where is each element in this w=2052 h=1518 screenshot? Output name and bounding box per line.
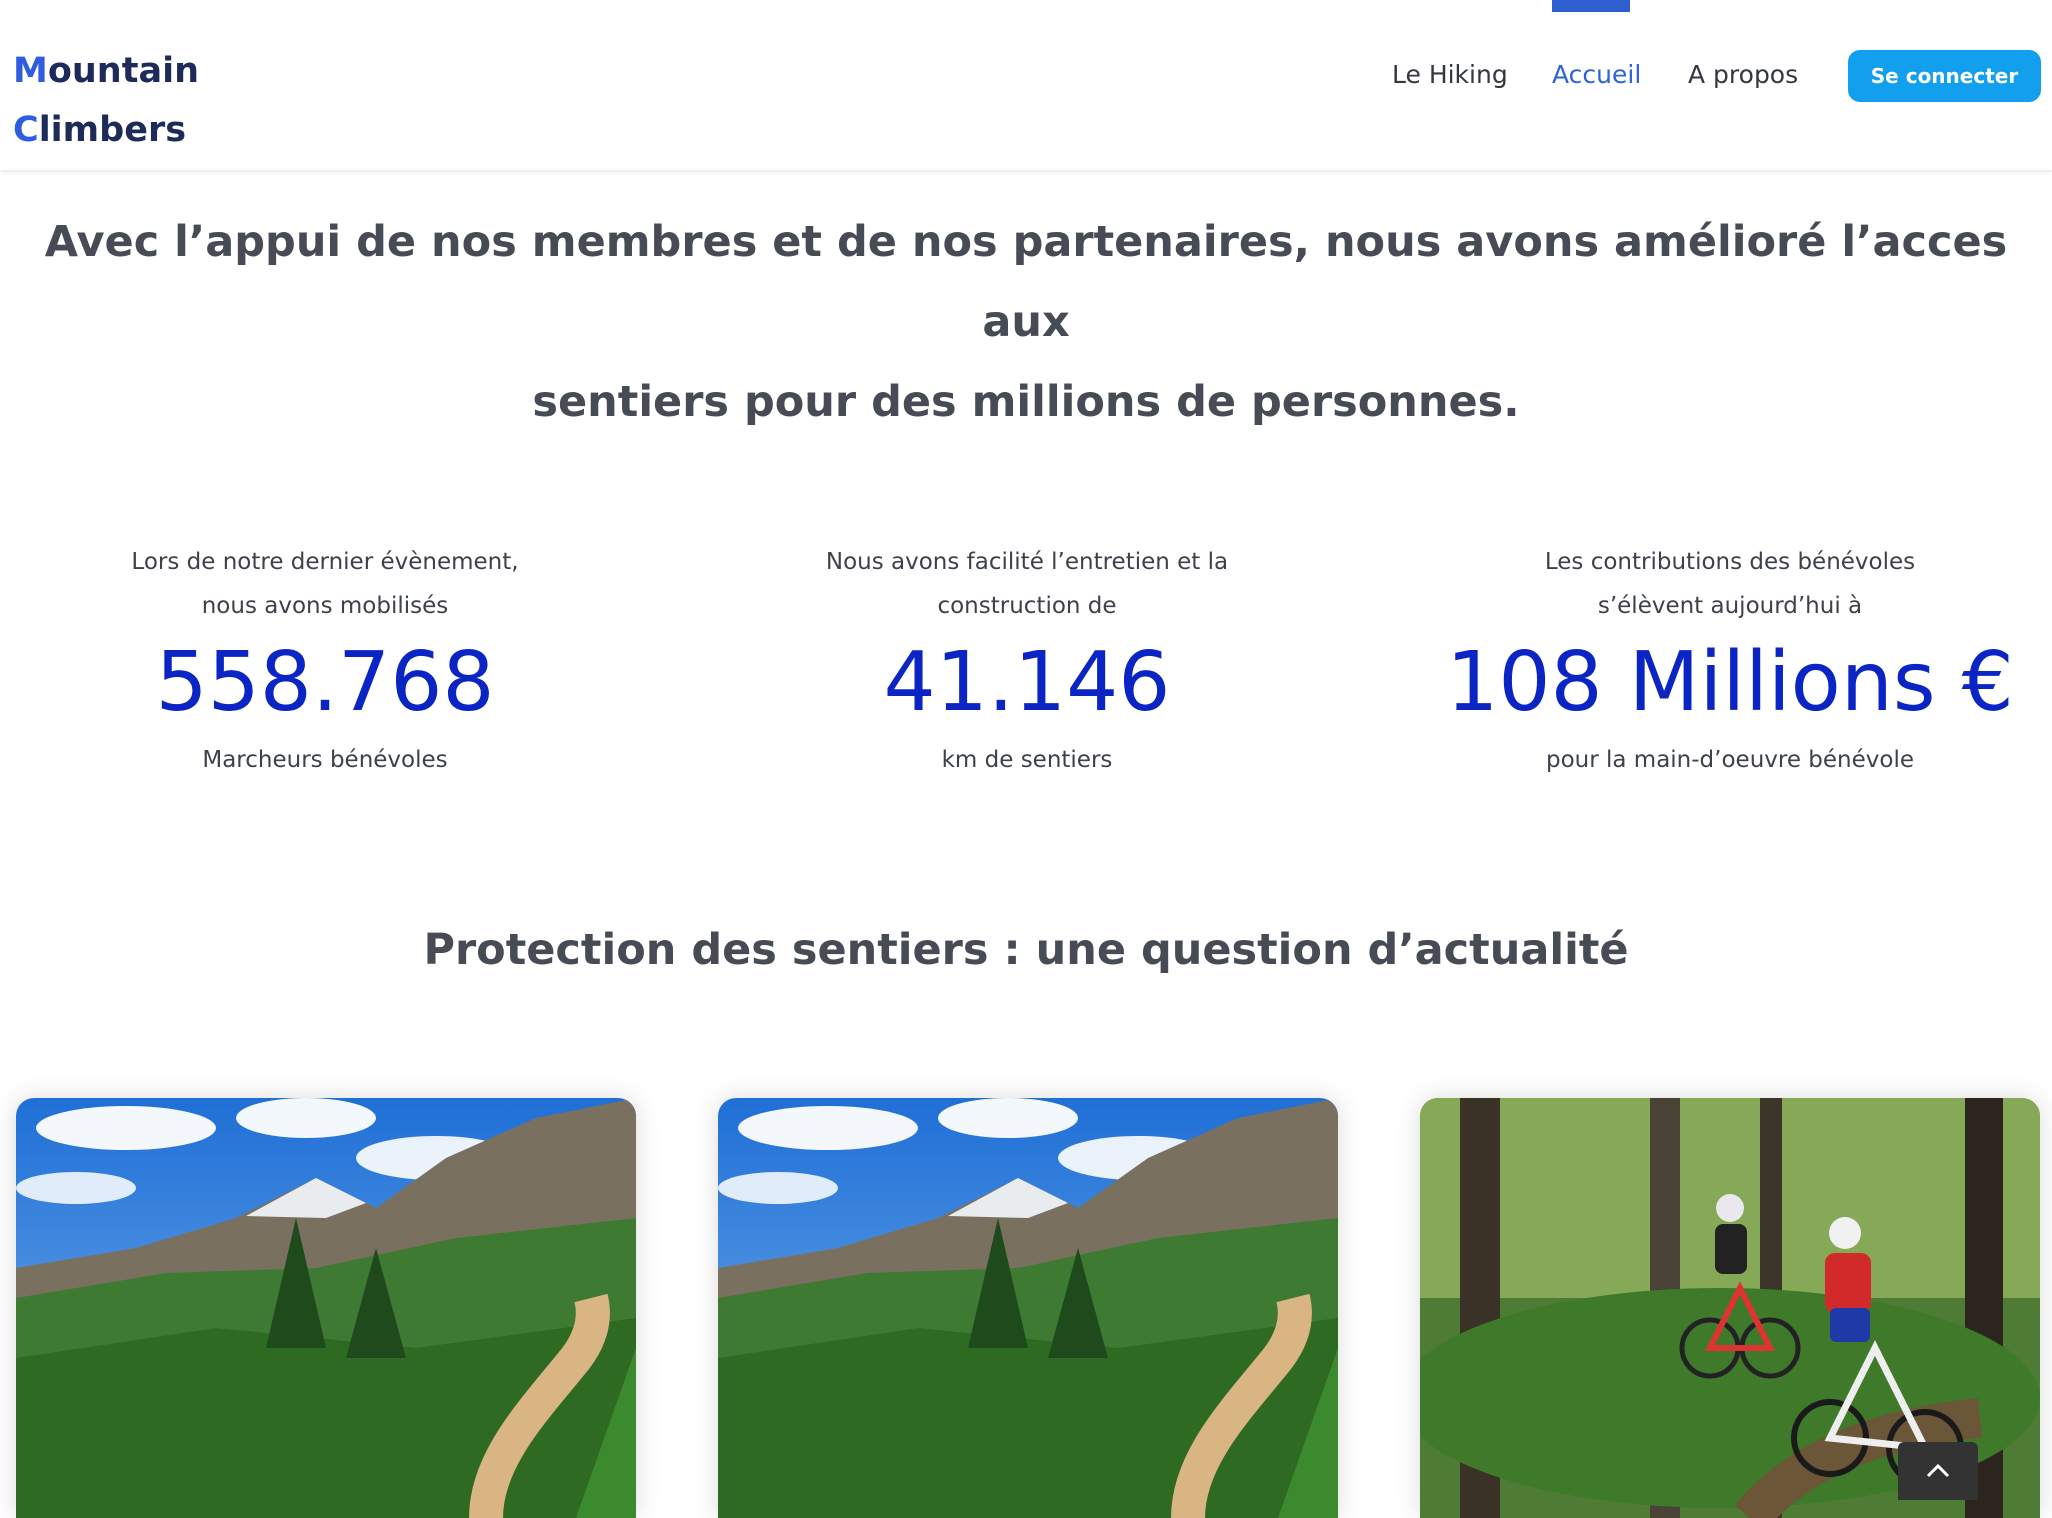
intro-line-2: sentiers pour des millions de personnes. [532,377,1520,427]
stat-contributions: Les contributions des bénévoles s’élèven… [1380,540,2052,782]
mountain-trail-photo [718,1098,1338,1518]
article-card-2[interactable] [718,1098,1338,1518]
stat-caption: Marcheurs bénévoles [202,747,448,773]
mountain-trail-photo [16,1098,636,1518]
stat-description: Lors de notre dernier évènement, nous av… [131,549,519,619]
stat-value: 41.146 [883,635,1171,730]
intro-line-1: Avec l’appui de nos membres et de nos pa… [44,217,2008,347]
logo-initial-m: M [13,51,48,91]
site-header: Mountain Climbers Le Hiking Accueil A pr… [0,0,2052,170]
stat-volunteers: Lors de notre dernier évènement, nous av… [0,540,675,782]
stat-description: Nous avons facilité l’entretien et la co… [825,549,1229,619]
logo-text-line1: ountain [47,51,199,91]
nav-accueil[interactable]: Accueil [1552,60,1641,89]
nav-a-propos[interactable]: A propos [1688,60,1798,89]
stat-caption: km de sentiers [941,747,1113,773]
stat-value: 108 Millions € [1446,635,2014,730]
logo-initial-c: C [13,110,39,150]
active-nav-indicator [1552,0,1630,12]
stat-caption: pour la main-d’oeuvre bénévole [1545,747,1914,773]
nav-le-hiking[interactable]: Le Hiking [1392,60,1508,89]
chevron-up-icon [1926,1463,1950,1478]
scroll-to-top-button[interactable] [1898,1442,1978,1500]
logo-text-line2: limbers [38,110,187,150]
intro-statement: Avec l’appui de nos membres et de nos pa… [40,202,2012,442]
article-card-1[interactable] [16,1098,636,1518]
stat-value: 558.768 [155,635,495,730]
stat-description: Les contributions des bénévoles s’élèven… [1544,549,1916,619]
logo[interactable]: Mountain Climbers [13,42,199,160]
login-button[interactable]: Se connecter [1848,50,2041,102]
stat-trails: Nous avons facilité l’entretien et la co… [677,540,1377,782]
section-title: Protection des sentiers : une question d… [423,925,1629,975]
